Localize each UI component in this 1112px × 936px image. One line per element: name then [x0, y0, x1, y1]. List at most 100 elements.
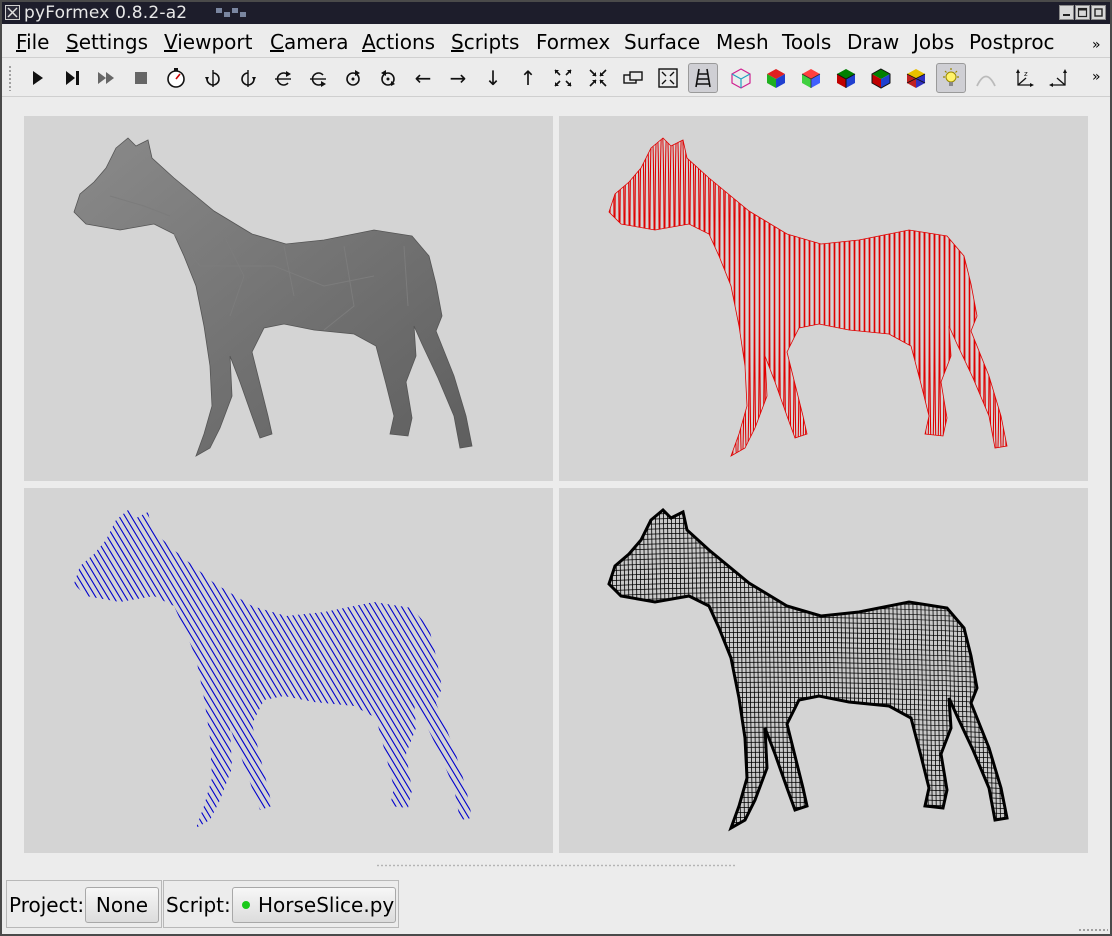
menu-accelerator: F [16, 30, 27, 54]
pan-down-button[interactable]: ↓ [478, 63, 508, 93]
slice-line [24, 488, 70, 853]
mesh-line [559, 842, 1088, 853]
slice-line [74, 510, 233, 828]
menu-tools[interactable]: Tools [782, 29, 831, 55]
menu-file[interactable]: File [16, 29, 49, 55]
menu-surface[interactable]: Surface [624, 29, 700, 55]
flat-cube-button[interactable] [761, 63, 791, 93]
menu-label-rest: ile [26, 30, 50, 54]
slice-contour [644, 138, 650, 456]
menu-actions[interactable]: Actions [362, 29, 435, 55]
stop-button[interactable] [126, 63, 156, 93]
flatwire-cube-button[interactable] [866, 63, 896, 93]
viewport-top-left[interactable] [24, 116, 553, 481]
flat-cube-icon [767, 69, 785, 88]
slice-line [161, 510, 383, 828]
zoom-in-button[interactable] [548, 63, 578, 93]
timer-button[interactable] [161, 63, 191, 93]
mesh-line [609, 726, 1007, 740]
step-button[interactable] [56, 63, 86, 93]
pan-up-button[interactable]: ↑ [513, 63, 543, 93]
window-menu-button[interactable] [5, 5, 20, 20]
minimize-button[interactable] [1059, 5, 1074, 20]
twist-right-button[interactable] [373, 63, 403, 93]
slice-line [149, 510, 371, 828]
axes-alt-button[interactable] [1044, 63, 1074, 93]
mesh-line [609, 706, 1007, 720]
toolbar-grip[interactable] [8, 65, 13, 91]
project-button[interactable]: None [85, 887, 159, 923]
lights-button[interactable] [936, 63, 966, 93]
menu-settings[interactable]: Settings [66, 29, 148, 55]
slice-contour [804, 138, 810, 456]
close-window-icon [1094, 8, 1103, 17]
slice-line [74, 510, 131, 828]
mesh-line [609, 771, 1007, 785]
rotate-left-button[interactable] [198, 63, 228, 93]
menu-mesh[interactable]: Mesh [716, 29, 769, 55]
menu-formex[interactable]: Formex [536, 29, 610, 55]
transparent-cube-button[interactable] [901, 63, 931, 93]
viewport-top-right[interactable] [559, 116, 1088, 481]
smooth-cube-button[interactable] [796, 63, 826, 93]
smoothwire-cube-button[interactable] [831, 63, 861, 93]
slice-contour [914, 138, 920, 456]
slice-line [173, 510, 395, 828]
wireframe-cube-button[interactable] [726, 63, 756, 93]
rotate-down-icon [310, 72, 326, 87]
mesh-line [609, 526, 1007, 540]
play-button[interactable] [21, 63, 51, 93]
pan-right-button[interactable]: → [443, 63, 473, 93]
close-button[interactable] [1091, 5, 1106, 20]
viewport-bottom-left[interactable] [24, 488, 553, 853]
slice-contour [974, 138, 980, 456]
menu-label-rest: ettings [78, 30, 149, 54]
toolbar-overflow-chevron[interactable]: » [1092, 69, 1101, 85]
rotate-up-button[interactable] [268, 63, 298, 93]
zoom-all-button[interactable] [653, 63, 683, 93]
menu-camera[interactable]: Camera [270, 29, 349, 55]
maximize-button[interactable] [1075, 5, 1090, 20]
slice-line [74, 510, 275, 828]
step-icon [66, 71, 79, 85]
menu-label-rest: ctions [375, 30, 436, 54]
slice-line [287, 510, 472, 828]
axes-button[interactable]: z [1009, 63, 1039, 93]
slice-contour [959, 138, 965, 456]
rotate-right-button[interactable] [233, 63, 263, 93]
pan-left-button[interactable]: ← [408, 63, 438, 93]
slice-line [74, 510, 89, 828]
mesh-line [609, 781, 1007, 795]
slice-line [74, 510, 95, 828]
mesh-line [609, 601, 1007, 615]
slice-line [155, 510, 377, 828]
script-button[interactable]: HorseSlice.py [232, 887, 396, 923]
viewport-bottom-right[interactable] [559, 488, 1088, 853]
menu-viewport[interactable]: Viewport [164, 29, 252, 55]
twist-left-button[interactable] [338, 63, 368, 93]
perspective-button[interactable] [688, 63, 718, 93]
slice-line [74, 510, 209, 828]
zoom-out-button[interactable] [583, 63, 613, 93]
rotate-down-button[interactable] [303, 63, 333, 93]
mesh-line [609, 796, 1007, 810]
zoom-out-icon [589, 69, 607, 87]
slice-line [74, 510, 185, 828]
slice-contour [609, 138, 610, 456]
slice-contour [664, 138, 670, 456]
viewport-splitter[interactable] [376, 864, 736, 867]
menu-postproc[interactable]: Postproc [969, 29, 1055, 55]
normals-button[interactable] [971, 63, 1001, 93]
perspective-icon [695, 68, 711, 88]
continue-button[interactable] [91, 63, 121, 93]
menu-draw[interactable]: Draw [847, 29, 899, 55]
menu-scripts[interactable]: Scripts [451, 29, 519, 55]
resize-grip[interactable] [1078, 928, 1108, 932]
menu-jobs[interactable]: Jobs [913, 29, 954, 55]
slice-line [24, 488, 52, 853]
axes-alt-icon [1049, 69, 1067, 87]
view-box-button[interactable] [618, 63, 648, 93]
menu-overflow-chevron[interactable]: » [1092, 32, 1101, 58]
slice-contour [799, 138, 805, 456]
slice-contour [619, 138, 625, 456]
